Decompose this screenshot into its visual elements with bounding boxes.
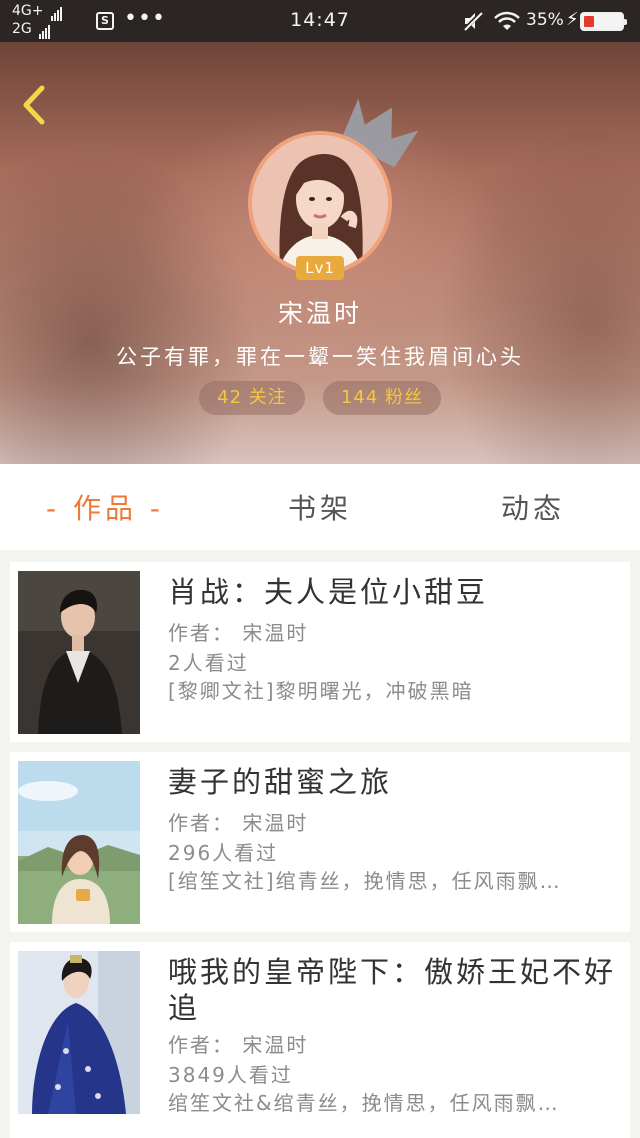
book-card[interactable]: 肖战：夫人是位小甜豆 作者： 宋温时 2人看过 [黎卿文社]黎明曙光，冲破黑暗 — [10, 562, 630, 742]
profile-header: Lv1 宋温时 公子有罪，罪在一颦一笑住我眉间心头 42 关注 144 粉丝 — [0, 42, 640, 464]
avatar-photo — [252, 135, 388, 271]
battery-percent: 35% — [526, 10, 564, 30]
book-card[interactable]: 妻子的甜蜜之旅 作者： 宋温时 296人看过 [绾笙文社]绾青丝，挽情思，任风雨… — [10, 752, 630, 932]
tab-activity[interactable]: 动态 — [458, 464, 608, 550]
book-title: 妻子的甜蜜之旅 — [168, 765, 393, 799]
book-author: 作者： 宋温时 — [168, 811, 309, 835]
book-title: 肖战：夫人是位小甜豆 — [168, 575, 489, 609]
book-views: 3849人看过 — [168, 1063, 293, 1087]
tab-bookshelf[interactable]: 书架 — [245, 464, 395, 550]
book-card[interactable]: 哦我的皇帝陛下：傲娇王妃不好追 作者： 宋温时 3849人看过 绾笙文社&绾青丝… — [10, 942, 630, 1138]
book-tags: [绾笙文社]绾青丝，挽情思，任风雨飘… — [168, 869, 562, 893]
book-tags: 绾笙文社&绾青丝，挽情思，任风雨飘… — [168, 1091, 560, 1115]
status-bar: 4G+ 2G S ••• 14:47 35% ⚡ — [0, 0, 640, 42]
book-title: 哦我的皇帝陛下：傲娇王妃不好追 — [168, 955, 617, 1025]
profile-tabs: - 作品 - 书架 动态 — [0, 464, 640, 550]
book-views: 296人看过 — [168, 841, 279, 865]
book-author: 作者： 宋温时 — [168, 1033, 309, 1057]
fans-count-button[interactable]: 144 粉丝 — [323, 381, 441, 415]
charging-icon: ⚡ — [566, 9, 579, 30]
back-arrow-icon[interactable] — [16, 82, 50, 128]
avatar[interactable] — [248, 131, 392, 275]
book-cover — [18, 951, 140, 1114]
battery-icon — [580, 12, 627, 31]
book-views: 2人看过 — [168, 651, 249, 675]
mute-icon — [462, 10, 484, 32]
profile-name: 宋温时 — [277, 299, 362, 328]
tab-works[interactable]: - 作品 - — [30, 464, 180, 550]
book-cover — [18, 571, 140, 734]
level-badge: Lv1 — [296, 256, 344, 280]
wifi-icon — [494, 11, 520, 30]
profile-motto: 公子有罪，罪在一颦一笑住我眉间心头 — [116, 345, 524, 369]
book-cover — [18, 761, 140, 924]
following-count-button[interactable]: 42 关注 — [199, 381, 305, 415]
book-tags: [黎卿文社]黎明曙光，冲破黑暗 — [168, 679, 474, 703]
book-author: 作者： 宋温时 — [168, 621, 309, 645]
